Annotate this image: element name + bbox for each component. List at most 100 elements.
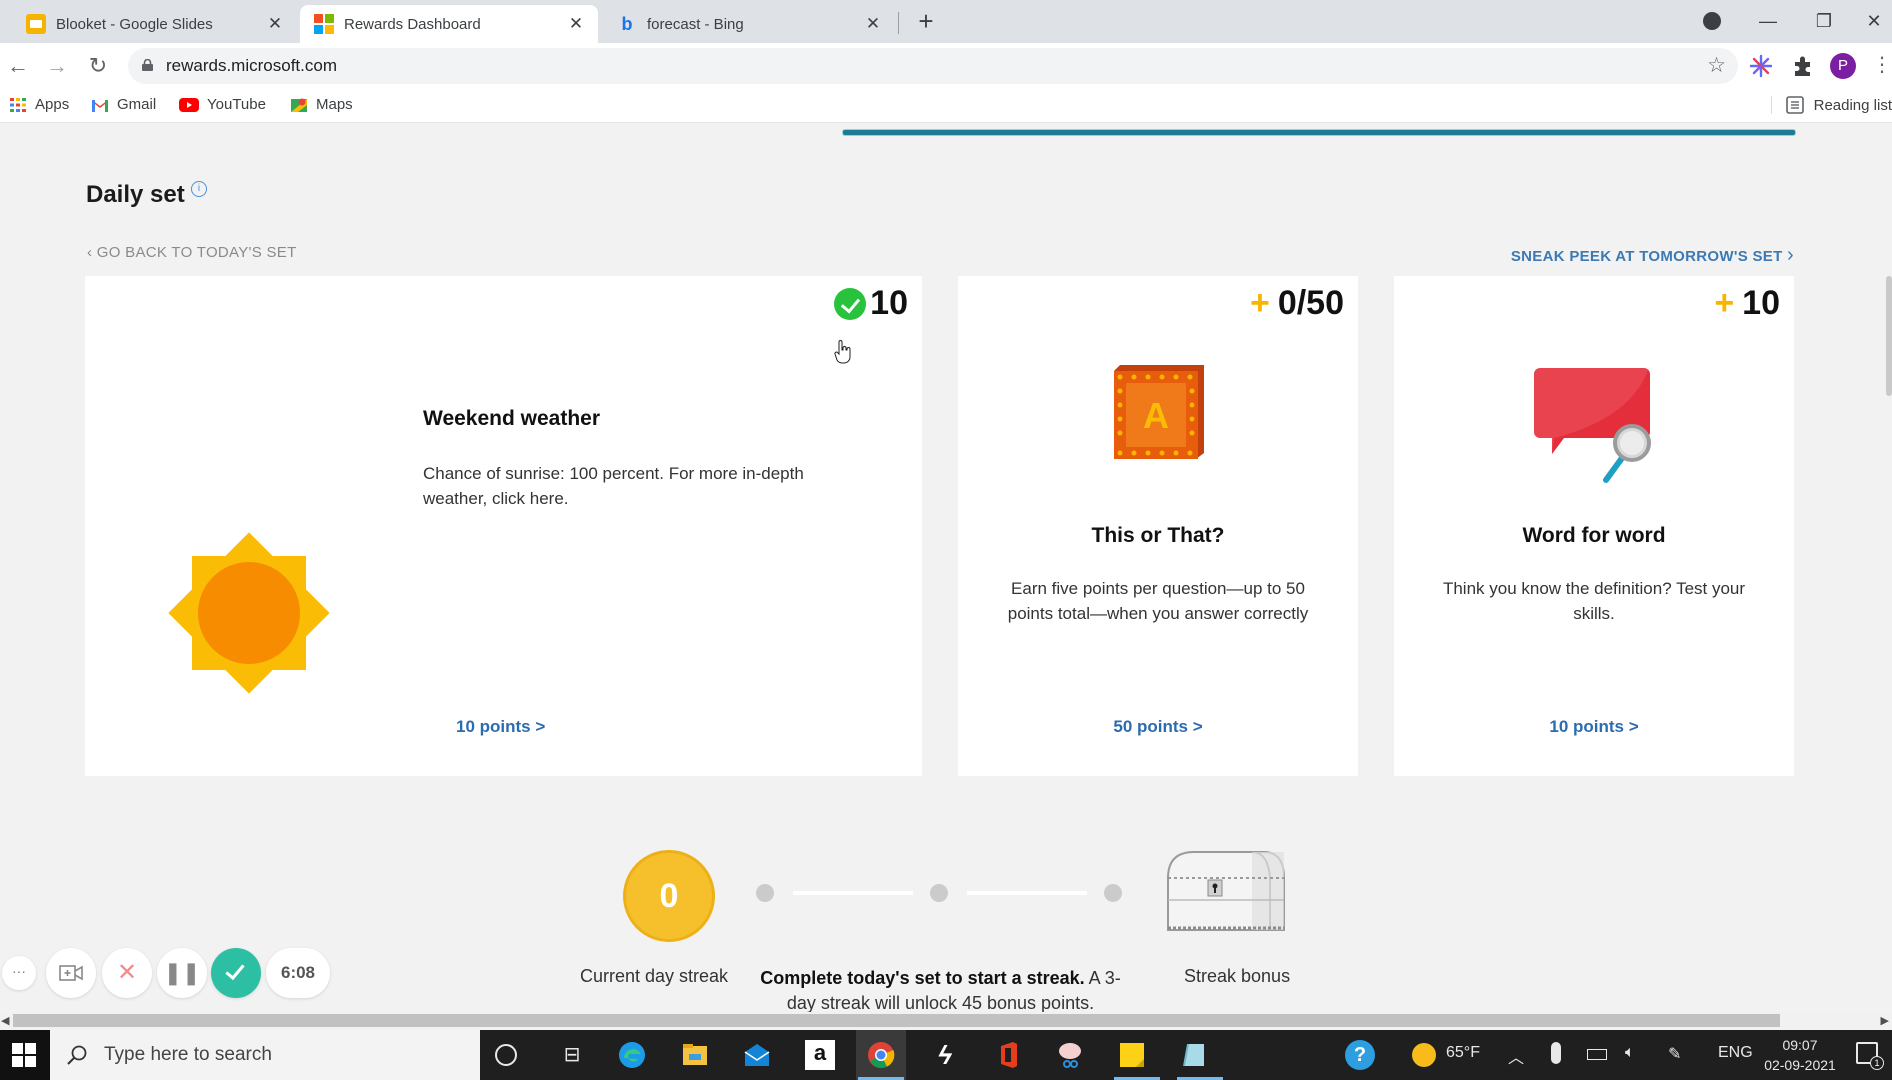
weather-temperature[interactable]: 65°F [1446, 1044, 1480, 1062]
reading-list-button[interactable]: Reading list [1770, 96, 1892, 114]
close-tab-icon[interactable]: ✕ [566, 14, 586, 34]
office-icon[interactable] [993, 1040, 1023, 1070]
show-hidden-icons-chevron-icon[interactable]: ︿ [1508, 1044, 1524, 1068]
bookmark-apps[interactable]: Apps [9, 96, 69, 113]
pause-icon: ❚❚ [163, 960, 201, 985]
horizontal-scrollbar-thumb[interactable] [13, 1014, 1780, 1027]
notepad-icon[interactable] [1180, 1040, 1210, 1070]
sneak-peek-link[interactable]: SNEAK PEEK AT TOMORROW'S SET › [1511, 244, 1794, 267]
card-points-link[interactable]: 10 points > [456, 717, 545, 737]
points-badge: 10 [834, 284, 908, 323]
bookmark-maps[interactable]: Maps [290, 96, 353, 113]
back-button[interactable]: ← [3, 51, 33, 81]
restore-button[interactable]: ❐ [1804, 6, 1844, 36]
recorder-pause-button[interactable]: ❚❚ [157, 948, 207, 998]
tab-rewards-dashboard[interactable]: Rewards Dashboard ✕ [300, 5, 598, 43]
treasure-chest-icon [1167, 851, 1285, 931]
new-tab-button[interactable]: + [912, 6, 940, 36]
pen-icon[interactable]: ✎ [1668, 1044, 1681, 1064]
kebab-menu-icon[interactable]: ⋮ [1872, 53, 1892, 79]
file-explorer-icon[interactable] [680, 1040, 710, 1070]
taskbar-search-box[interactable]: Type here to search [50, 1030, 480, 1080]
close-tab-icon[interactable]: ✕ [863, 14, 883, 34]
volume-icon[interactable]: 🔈︎ [1625, 1044, 1635, 1062]
amazon-icon[interactable]: a [805, 1040, 835, 1070]
minimize-button[interactable]: — [1748, 6, 1788, 36]
start-button[interactable] [0, 1030, 50, 1080]
tab-blooket[interactable]: Blooket - Google Slides ✕ [12, 5, 297, 43]
forward-button[interactable]: → [42, 51, 72, 81]
task-view-icon[interactable]: ⊟ [557, 1040, 587, 1070]
daily-set-card-weekend-weather[interactable]: 10 Weekend weather Chance of sunrise: 10… [85, 276, 922, 776]
plus-icon: + [1714, 284, 1735, 322]
mail-icon[interactable] [742, 1040, 772, 1070]
search-icon [67, 1045, 87, 1065]
tab-forecast-bing[interactable]: b forecast - Bing ✕ [603, 5, 895, 43]
battery-icon[interactable] [1587, 1049, 1607, 1060]
streak-message: Complete today's set to start a streak. … [748, 966, 1133, 1015]
edge-browser-icon[interactable] [617, 1040, 647, 1070]
chrome-icon[interactable] [866, 1040, 896, 1070]
notification-center-icon[interactable]: 1 [1856, 1042, 1884, 1070]
bookmarks-bar: Apps Gmail YouTube Maps Reading list [0, 89, 1892, 123]
scroll-left-arrow[interactable]: ◀ [1, 1014, 9, 1027]
daily-set-card-word-for-word[interactable]: + 10 Word for word Think you know the de… [1394, 276, 1794, 776]
clock-date: 02-09-2021 [1764, 1057, 1836, 1073]
check-icon [225, 959, 245, 981]
clock[interactable]: 09:07 02-09-2021 [1760, 1035, 1840, 1075]
chevron-right-icon: › [1787, 244, 1794, 266]
bookmark-youtube[interactable]: YouTube [179, 96, 266, 113]
card-description: Earn five points per question—up to 50 p… [1007, 579, 1309, 623]
bookmark-gmail[interactable]: Gmail [91, 96, 156, 113]
tab-separator [898, 12, 899, 34]
recorder-done-button[interactable] [211, 948, 261, 998]
lock-icon [142, 59, 153, 71]
sticky-notes-icon[interactable] [1117, 1040, 1147, 1070]
extensions-puzzle-icon[interactable] [1790, 53, 1816, 79]
points-badge: + 0/50 [1250, 284, 1344, 323]
streak-progress-line [793, 891, 913, 895]
info-icon[interactable]: i [191, 181, 207, 197]
sneak-peek-label: SNEAK PEEK AT TOMORROW'S SET [1510, 248, 1783, 265]
recorder-timer: 6:08 [266, 948, 330, 998]
weather-sun-icon[interactable] [1412, 1043, 1436, 1067]
close-icon: ✕ [116, 959, 138, 986]
language-indicator[interactable]: ENG [1718, 1044, 1753, 1062]
restore-icon: ❐ [1815, 11, 1833, 31]
bookmark-star-icon[interactable]: ☆ [1707, 53, 1726, 78]
maps-icon [291, 98, 307, 112]
svg-text:A: A [1143, 395, 1169, 436]
streak-message-bold: Complete today's set to start a streak. [760, 968, 1085, 988]
scroll-right-arrow[interactable]: ▶ [1881, 1014, 1889, 1027]
microphone-icon[interactable] [1551, 1042, 1561, 1064]
snipping-tool-icon[interactable] [1055, 1040, 1085, 1070]
daily-set-title: Daily set [86, 181, 185, 208]
profile-avatar[interactable]: P [1830, 53, 1856, 79]
card-points-link[interactable]: 50 points > [958, 717, 1358, 737]
minimize-icon: — [1759, 11, 1777, 31]
cortana-icon[interactable] [495, 1044, 517, 1066]
gmail-icon [92, 99, 108, 112]
close-window-button[interactable]: ✕ [1856, 6, 1892, 36]
arrow-right-icon: → [46, 53, 68, 78]
bing-icon: b [621, 14, 633, 34]
close-tab-icon[interactable]: ✕ [265, 14, 285, 34]
streak-dot [756, 884, 774, 902]
reload-button[interactable]: ↻ [83, 51, 113, 81]
help-icon[interactable]: ? [1345, 1040, 1375, 1070]
go-back-to-today-link[interactable]: ‹ GO BACK TO TODAY'S SET [87, 244, 297, 261]
tab-search-button[interactable] [1692, 6, 1732, 36]
card-points-link[interactable]: 10 points > [1394, 717, 1794, 737]
app-lightning-icon[interactable]: ϟ [930, 1040, 960, 1070]
address-bar[interactable]: rewards.microsoft.com ☆ [128, 48, 1738, 84]
daily-set-card-this-or-that[interactable]: + 0/50 A This or That? Earn five points … [958, 276, 1358, 776]
recorder-discard-button[interactable]: ✕ [102, 948, 152, 998]
arrow-left-icon: ← [7, 53, 29, 78]
vertical-scrollbar[interactable] [1886, 276, 1892, 396]
tab-title: forecast - Bing [647, 15, 744, 33]
horizontal-scrollbar[interactable]: ◀ ▶ [0, 1012, 1892, 1029]
recorder-more-button[interactable]: ··· [2, 956, 36, 990]
extension-spark-icon[interactable] [1748, 53, 1774, 79]
recorder-camera-button[interactable] [46, 948, 96, 998]
tab-title: Rewards Dashboard [344, 15, 481, 33]
